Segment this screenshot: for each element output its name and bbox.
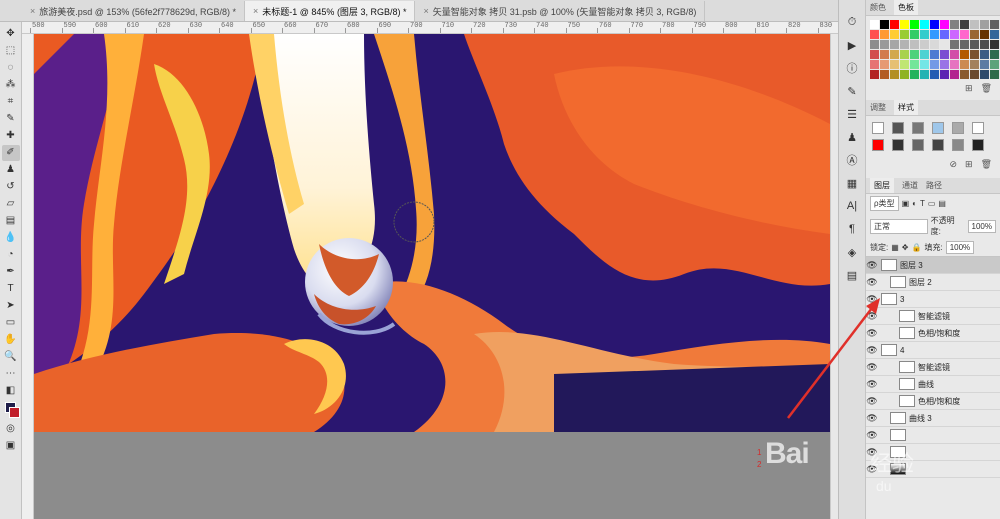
step-marks: 1 2 <box>757 447 761 471</box>
baidu-watermark: Bai <box>765 437 810 470</box>
jingyan-watermark: 经验 <box>870 452 915 477</box>
annotation-overlay <box>787 298 880 419</box>
photoshop-window: × 旅游美夜.psd @ 153% (56fe2f778629d, RGB/8) … <box>0 0 1000 519</box>
red-arrow-line <box>787 307 873 419</box>
du-watermark: du <box>876 478 892 494</box>
step-mark-1: 1 <box>757 448 762 457</box>
step-mark-2: 2 <box>757 460 762 469</box>
